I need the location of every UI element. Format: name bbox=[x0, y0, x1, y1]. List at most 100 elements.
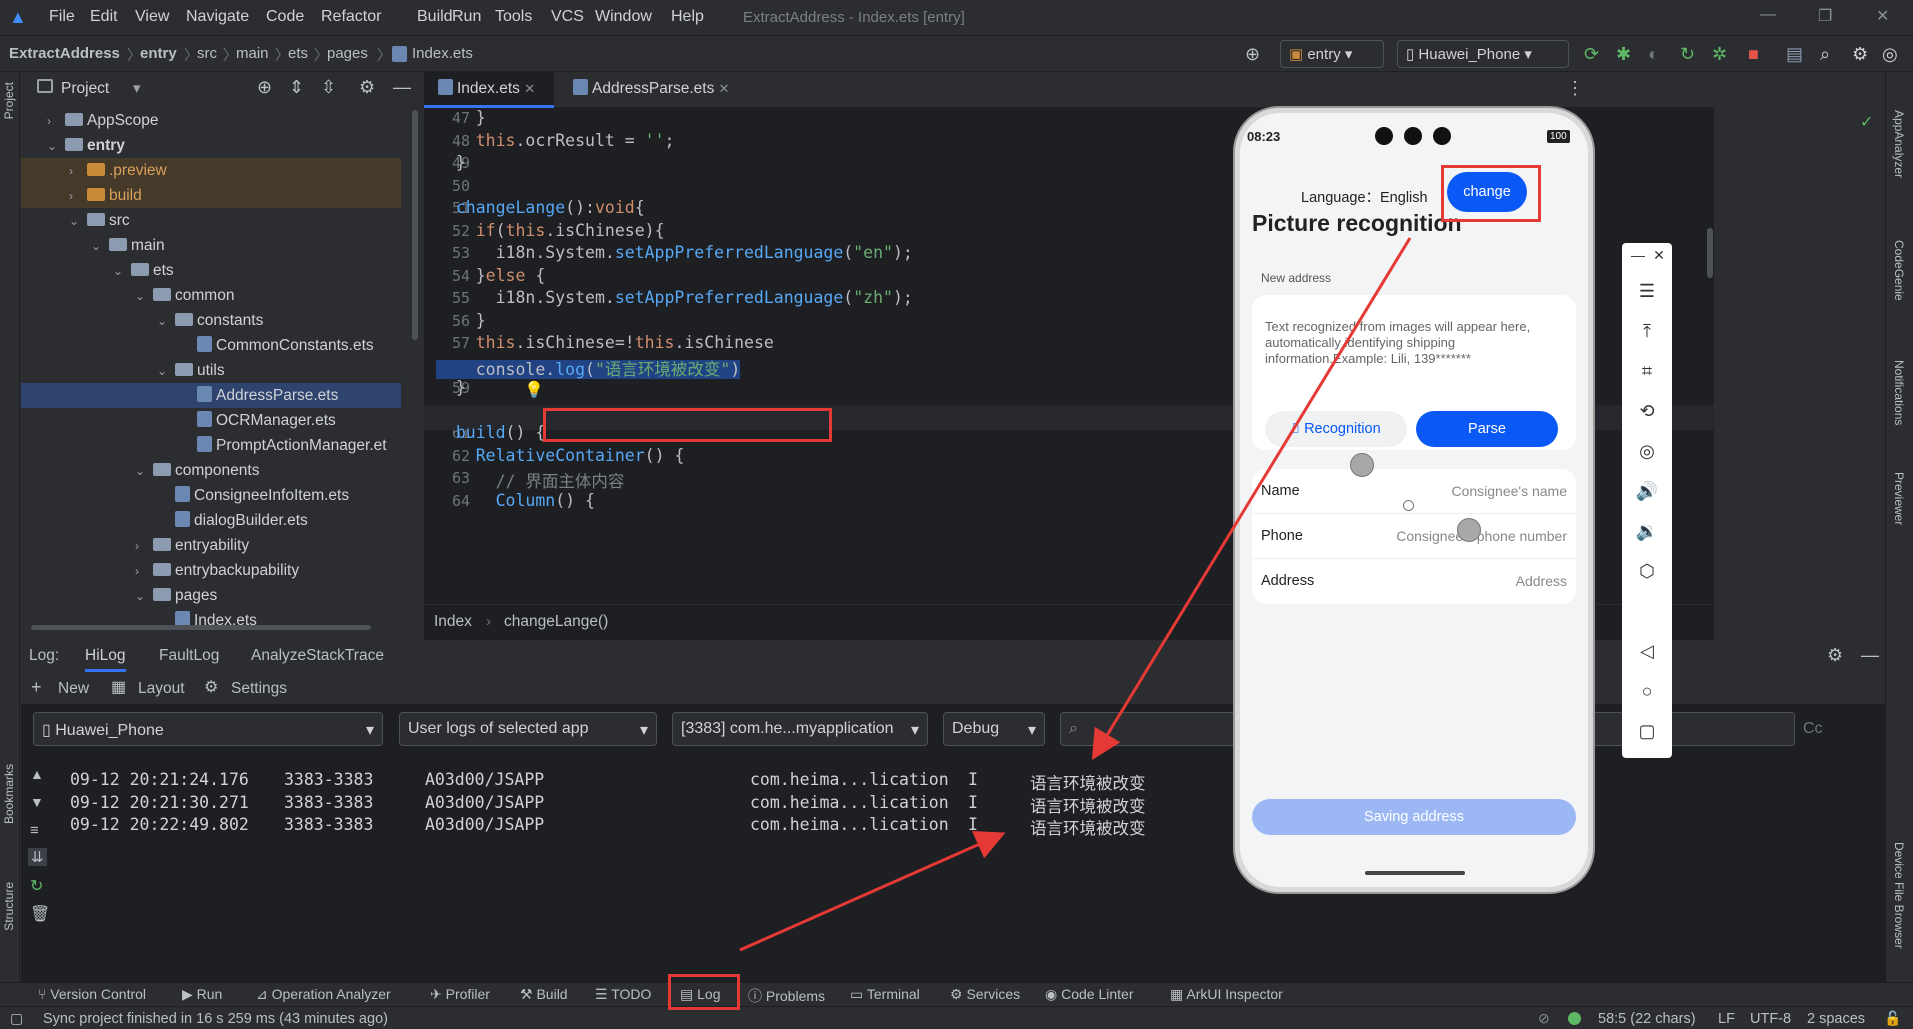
level-filter-select[interactable]: Debug ▾ bbox=[943, 712, 1045, 746]
tree-toggle-icon[interactable]: › bbox=[69, 184, 83, 209]
settings-button[interactable]: Settings bbox=[231, 680, 287, 698]
debug-icon[interactable]: ✱ bbox=[1616, 44, 1631, 65]
tree-toggle-icon[interactable]: › bbox=[135, 559, 149, 584]
device-select[interactable]: ▯ Huawei_Phone ▾ bbox=[1397, 40, 1569, 68]
tool-profiler[interactable]: ✈ Profiler bbox=[430, 986, 490, 1003]
recents-icon[interactable]: ▢ bbox=[1622, 721, 1672, 742]
phone-screen[interactable]: 08:23 100 Language：English change Pictur… bbox=[1240, 113, 1588, 887]
menu-tools[interactable]: Tools bbox=[495, 8, 532, 26]
menu-run[interactable]: Run bbox=[452, 8, 481, 26]
code-line[interactable]: Column() { bbox=[436, 491, 595, 510]
tree-toggle-icon[interactable]: ⌄ bbox=[135, 584, 149, 609]
process-filter-select[interactable]: [3383] com.he...myapplication ▾ bbox=[672, 712, 928, 746]
tree-toggle-icon[interactable]: ⌄ bbox=[69, 209, 83, 234]
device-manager-icon[interactable]: ▤ bbox=[1786, 44, 1803, 65]
crumb-index[interactable]: Index bbox=[434, 613, 472, 631]
breadcrumb-extractaddress[interactable]: ExtractAddress bbox=[9, 45, 120, 62]
gear-icon[interactable]: ⚙ bbox=[1852, 44, 1868, 65]
field-placeholder[interactable]: Consignee's phone number bbox=[1396, 528, 1567, 544]
log-pkg[interactable]: com.heima...lication bbox=[750, 770, 949, 789]
menu-navigate[interactable]: Navigate bbox=[186, 8, 249, 26]
tree-toggle-icon[interactable]: ⌄ bbox=[135, 284, 149, 309]
minimize-icon[interactable]: — bbox=[1760, 6, 1776, 24]
tool-run[interactable]: ▶ Run bbox=[182, 986, 222, 1003]
rotate-icon[interactable]: ⟲ bbox=[1622, 401, 1672, 422]
log-pkg[interactable]: com.heima...lication bbox=[750, 793, 949, 812]
crumb-method[interactable]: changeLange() bbox=[504, 613, 608, 631]
apply-changes-icon[interactable]: ↻ bbox=[1680, 44, 1695, 65]
tree-item-utils[interactable]: ⌄ utils bbox=[21, 358, 401, 383]
code-line[interactable]: if(this.isChinese){ bbox=[436, 221, 665, 240]
trash-icon[interactable]: 🗑 bbox=[30, 904, 50, 924]
tree-item-consigneeinfoitem-ets[interactable]: ConsigneeInfoItem.ets bbox=[21, 483, 401, 508]
code-line[interactable]: RelativeContainer() { bbox=[436, 446, 685, 465]
tree-item-appscope[interactable]: › AppScope bbox=[21, 108, 401, 133]
parse-button[interactable]: Parse bbox=[1416, 411, 1558, 447]
collapse-all-icon[interactable]: ⇳ bbox=[321, 77, 336, 98]
tool-terminal[interactable]: ▭ Terminal bbox=[850, 986, 920, 1003]
log-pid[interactable]: 3383-3383 bbox=[284, 770, 373, 789]
tree-toggle-icon[interactable]: ⌄ bbox=[113, 259, 127, 284]
stop-icon[interactable]: ■ bbox=[1748, 44, 1759, 65]
project-title[interactable]: Project bbox=[61, 80, 109, 98]
stripe-previewer[interactable]: Previewer bbox=[1892, 472, 1906, 525]
tree-toggle-icon[interactable]: ⌄ bbox=[157, 359, 171, 384]
menu-code[interactable]: Code bbox=[266, 8, 304, 26]
log-tag[interactable]: A03d00/JSAPP bbox=[425, 815, 544, 834]
tool-services[interactable]: ⚙ Services bbox=[950, 986, 1020, 1003]
tool-problems[interactable]: ⓘ Problems bbox=[748, 986, 825, 1006]
add-icon[interactable]: + bbox=[31, 677, 42, 698]
back-icon[interactable]: ◁ bbox=[1622, 641, 1672, 662]
layout-icon[interactable]: ▦ bbox=[111, 677, 126, 697]
tree-item-common[interactable]: ⌄ common bbox=[21, 283, 401, 308]
code-line[interactable]: build() { bbox=[436, 423, 545, 442]
screenshot-icon[interactable]: ◎ bbox=[1622, 441, 1672, 462]
restart-icon[interactable]: ↻ bbox=[30, 876, 43, 896]
panel-toggle-icon[interactable]: ▢ bbox=[10, 1010, 23, 1027]
tree-item-pages[interactable]: ⌄ pages bbox=[21, 583, 401, 608]
field-row-name[interactable]: Name Consignee's name bbox=[1252, 469, 1576, 514]
tree-item-entryability[interactable]: › entryability bbox=[21, 533, 401, 558]
stripe-codegenie[interactable]: CodeGenie bbox=[1892, 240, 1906, 301]
close-icon[interactable]: ✕ bbox=[719, 81, 730, 96]
device-filter-select[interactable]: ▯ Huawei_Phone ▾ bbox=[33, 712, 383, 746]
breadcrumb-entry[interactable]: entry bbox=[140, 45, 177, 62]
pin-top-icon[interactable]: ⤒ bbox=[1622, 321, 1672, 342]
menu-build[interactable]: Build bbox=[417, 8, 453, 26]
file-encoding[interactable]: UTF-8 bbox=[1750, 1011, 1791, 1027]
crop-icon[interactable]: ⌗ bbox=[1622, 361, 1672, 382]
menu-vcs[interactable]: VCS bbox=[551, 8, 584, 26]
menu-refactor[interactable]: Refactor bbox=[321, 8, 381, 26]
match-case-toggle[interactable]: Cc bbox=[1803, 720, 1823, 738]
project-scrollbar[interactable] bbox=[412, 110, 418, 340]
field-row-address[interactable]: Address Address bbox=[1252, 559, 1576, 604]
code-line[interactable]: }else { bbox=[436, 266, 546, 285]
log-tag[interactable]: A03d00/JSAPP bbox=[425, 793, 544, 812]
lock-icon[interactable]: 🔓 bbox=[1884, 1010, 1901, 1027]
tree-item-addressparse-ets[interactable]: AddressParse.ets bbox=[21, 383, 401, 408]
gear-icon[interactable]: ⚙ bbox=[359, 77, 375, 98]
account-icon[interactable]: ◎ bbox=[1882, 44, 1898, 65]
indent-setting[interactable]: 2 spaces bbox=[1807, 1011, 1865, 1027]
target-icon[interactable]: ⊕ bbox=[1245, 44, 1260, 65]
log-msg[interactable]: 语言环境被改变 bbox=[1030, 815, 1146, 839]
menu-help[interactable]: Help bbox=[671, 8, 704, 26]
editor-scrollbar[interactable] bbox=[1707, 228, 1713, 278]
log-lvl[interactable]: I bbox=[968, 815, 978, 834]
code-line[interactable]: i18n.System.setAppPreferredLanguage("en"… bbox=[436, 243, 913, 262]
log-lvl[interactable]: I bbox=[968, 793, 978, 812]
locate-icon[interactable]: ⊕ bbox=[257, 77, 272, 98]
tree-item-ocrmanager-ets[interactable]: OCRManager.ets bbox=[21, 408, 401, 433]
tree-item-entrybackupability[interactable]: › entrybackupability bbox=[21, 558, 401, 583]
log-pid[interactable]: 3383-3383 bbox=[284, 815, 373, 834]
tree-item-commonconstants-ets[interactable]: CommonConstants.ets bbox=[21, 333, 401, 358]
module-select[interactable]: ▣ entry ▾ bbox=[1280, 40, 1384, 68]
tool-todo[interactable]: ☰ TODO bbox=[595, 986, 651, 1003]
tool-operation-analyzer[interactable]: ⊿ Operation Analyzer bbox=[256, 986, 391, 1003]
expand-all-icon[interactable]: ⇕ bbox=[289, 77, 304, 98]
menu-file[interactable]: File bbox=[49, 8, 75, 26]
code-line[interactable]: i18n.System.setAppPreferredLanguage("zh"… bbox=[436, 288, 913, 307]
log-tag[interactable]: A03d00/JSAPP bbox=[425, 770, 544, 789]
tab-hilog[interactable]: HiLog bbox=[85, 647, 126, 672]
line-ending[interactable]: LF bbox=[1718, 1011, 1735, 1027]
